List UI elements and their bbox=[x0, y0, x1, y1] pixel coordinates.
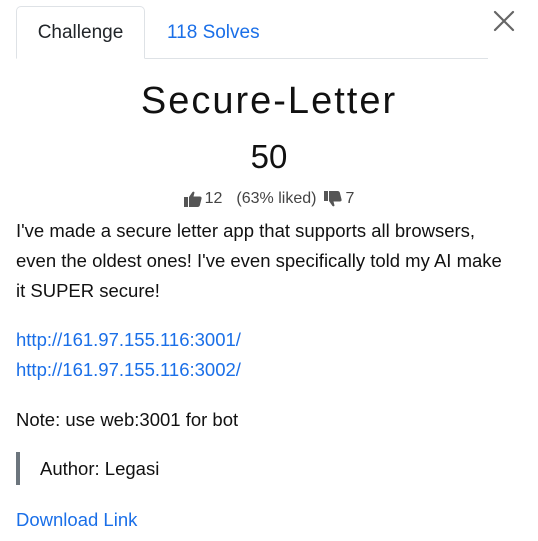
thumbs-down-icon bbox=[324, 191, 343, 207]
tab-solves[interactable]: 118 Solves bbox=[145, 6, 282, 59]
author-text: Author: Legasi bbox=[40, 457, 160, 479]
author-blockquote: Author: Legasi bbox=[16, 452, 159, 485]
close-icon bbox=[493, 10, 515, 32]
challenge-note: Note: use web:3001 for bot bbox=[16, 409, 239, 430]
thumbs-up-icon bbox=[183, 191, 202, 207]
challenge-points: 50 bbox=[250, 138, 288, 175]
dislike-button[interactable]: 7 bbox=[324, 190, 354, 208]
tab-challenge[interactable]: Challenge bbox=[16, 6, 145, 59]
dislike-count: 7 bbox=[345, 190, 355, 207]
challenge-title: Secure-Letter bbox=[140, 80, 398, 122]
close-button[interactable] bbox=[488, 5, 520, 37]
liked-percent: (63% liked) bbox=[236, 190, 317, 207]
like-count: 12 bbox=[204, 190, 223, 207]
like-button[interactable]: 12 bbox=[183, 190, 223, 208]
challenge-links: http://161.97.155.116:3001/ http://161.9… bbox=[16, 325, 241, 385]
challenge-description: I've made a secure letter app that suppo… bbox=[16, 220, 502, 301]
challenge-link-3002[interactable]: http://161.97.155.116:3002/ bbox=[16, 355, 241, 385]
tab-bar: Challenge 118 Solves bbox=[16, 6, 488, 59]
challenge-link-3001[interactable]: http://161.97.155.116:3001/ bbox=[16, 325, 241, 355]
download-link[interactable]: Download Link bbox=[16, 505, 137, 535]
vote-bar: 12 (63% liked) 7 bbox=[0, 190, 538, 208]
